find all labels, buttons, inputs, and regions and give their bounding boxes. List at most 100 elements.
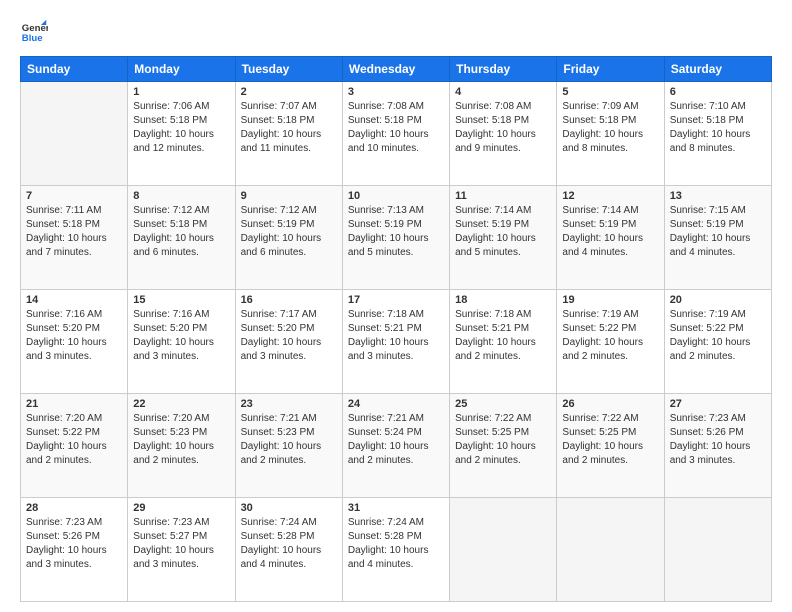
week-row-1: 1Sunrise: 7:06 AMSunset: 5:18 PMDaylight… xyxy=(21,82,772,186)
day-number: 13 xyxy=(670,190,766,202)
day-number: 28 xyxy=(26,502,122,514)
calendar-cell: 5Sunrise: 7:09 AMSunset: 5:18 PMDaylight… xyxy=(557,82,664,186)
week-row-4: 21 Sunrise: 7:20 AMSunset: 5:22 PMDayligh… xyxy=(21,394,772,498)
weekday-header-saturday: Saturday xyxy=(664,57,771,82)
day-number: 9 xyxy=(241,190,337,202)
day-info: Sunrise: 7:09 AMSunset: 5:18 PMDaylight:… xyxy=(562,100,658,156)
day-info: Sunrise: 7:20 AMSunset: 5:23 PMDaylight:… xyxy=(133,412,229,468)
day-info: Sunrise: 7:23 AMSunset: 5:27 PMDaylight:… xyxy=(133,516,229,572)
calendar-cell: 19 Sunrise: 7:19 AMSunset: 5:22 PMDayligh… xyxy=(557,290,664,394)
calendar-cell: 18 Sunrise: 7:18 AMSunset: 5:21 PMDayligh… xyxy=(450,290,557,394)
calendar-cell: 16 Sunrise: 7:17 AMSunset: 5:20 PMDayligh… xyxy=(235,290,342,394)
day-number: 18 xyxy=(455,294,551,306)
weekday-header-tuesday: Tuesday xyxy=(235,57,342,82)
day-info: Sunrise: 7:22 AMSunset: 5:25 PMDaylight:… xyxy=(562,412,658,468)
day-number: 24 xyxy=(348,398,444,410)
day-number: 25 xyxy=(455,398,551,410)
day-info: Sunrise: 7:18 AMSunset: 5:21 PMDaylight:… xyxy=(348,308,444,364)
calendar-cell: 9 Sunrise: 7:12 AMSunset: 5:19 PMDaylight… xyxy=(235,186,342,290)
day-info: Sunrise: 7:22 AMSunset: 5:25 PMDaylight:… xyxy=(455,412,551,468)
day-info: Sunrise: 7:18 AMSunset: 5:21 PMDaylight:… xyxy=(455,308,551,364)
calendar-cell: 15 Sunrise: 7:16 AMSunset: 5:20 PMDayligh… xyxy=(128,290,235,394)
day-info: Sunrise: 7:14 AMSunset: 5:19 PMDaylight:… xyxy=(455,204,551,260)
week-row-3: 14Sunrise: 7:16 AMSunset: 5:20 PMDayligh… xyxy=(21,290,772,394)
day-number: 19 xyxy=(562,294,658,306)
day-info: Sunrise: 7:14 AMSunset: 5:19 PMDaylight:… xyxy=(562,204,658,260)
day-info: Sunrise: 7:11 AMSunset: 5:18 PMDaylight:… xyxy=(26,204,122,260)
logo-icon: General Blue xyxy=(20,18,48,46)
calendar-table: SundayMondayTuesdayWednesdayThursdayFrid… xyxy=(20,56,772,602)
day-info: Sunrise: 7:20 AMSunset: 5:22 PMDaylight:… xyxy=(26,412,122,468)
calendar-cell: 27 Sunrise: 7:23 AMSunset: 5:26 PMDayligh… xyxy=(664,394,771,498)
day-number: 16 xyxy=(241,294,337,306)
calendar-cell: 24Sunrise: 7:21 AMSunset: 5:24 PMDayligh… xyxy=(342,394,449,498)
calendar-cell: 2Sunrise: 7:07 AMSunset: 5:18 PMDaylight… xyxy=(235,82,342,186)
day-number: 22 xyxy=(133,398,229,410)
day-number: 26 xyxy=(562,398,658,410)
day-info: Sunrise: 7:23 AMSunset: 5:26 PMDaylight:… xyxy=(670,412,766,468)
calendar-cell: 4 Sunrise: 7:08 AMSunset: 5:18 PMDaylight… xyxy=(450,82,557,186)
day-number: 1 xyxy=(133,86,229,98)
day-number: 27 xyxy=(670,398,766,410)
calendar-page: General Blue SundayMondayTuesdayWednesda… xyxy=(0,0,792,612)
logo: General Blue xyxy=(20,18,48,46)
weekday-header-row: SundayMondayTuesdayWednesdayThursdayFrid… xyxy=(21,57,772,82)
day-number: 30 xyxy=(241,502,337,514)
day-number: 20 xyxy=(670,294,766,306)
day-number: 7 xyxy=(26,190,122,202)
week-row-2: 7 Sunrise: 7:11 AMSunset: 5:18 PMDaylight… xyxy=(21,186,772,290)
day-number: 29 xyxy=(133,502,229,514)
header: General Blue xyxy=(20,18,772,46)
day-info: Sunrise: 7:24 AMSunset: 5:28 PMDaylight:… xyxy=(241,516,337,572)
weekday-header-friday: Friday xyxy=(557,57,664,82)
calendar-cell xyxy=(664,498,771,602)
day-number: 23 xyxy=(241,398,337,410)
calendar-cell xyxy=(450,498,557,602)
day-info: Sunrise: 7:23 AMSunset: 5:26 PMDaylight:… xyxy=(26,516,122,572)
calendar-cell: 8Sunrise: 7:12 AMSunset: 5:18 PMDaylight… xyxy=(128,186,235,290)
day-number: 10 xyxy=(348,190,444,202)
weekday-header-monday: Monday xyxy=(128,57,235,82)
calendar-cell: 22 Sunrise: 7:20 AMSunset: 5:23 PMDayligh… xyxy=(128,394,235,498)
day-number: 17 xyxy=(348,294,444,306)
weekday-header-wednesday: Wednesday xyxy=(342,57,449,82)
calendar-cell: 26 Sunrise: 7:22 AMSunset: 5:25 PMDayligh… xyxy=(557,394,664,498)
day-info: Sunrise: 7:19 AMSunset: 5:22 PMDaylight:… xyxy=(562,308,658,364)
day-info: Sunrise: 7:10 AMSunset: 5:18 PMDaylight:… xyxy=(670,100,766,156)
day-info: Sunrise: 7:21 AMSunset: 5:23 PMDaylight:… xyxy=(241,412,337,468)
calendar-cell xyxy=(21,82,128,186)
calendar-cell: 29 Sunrise: 7:23 AMSunset: 5:27 PMDayligh… xyxy=(128,498,235,602)
week-row-5: 28 Sunrise: 7:23 AMSunset: 5:26 PMDayligh… xyxy=(21,498,772,602)
day-info: Sunrise: 7:12 AMSunset: 5:19 PMDaylight:… xyxy=(241,204,337,260)
day-info: Sunrise: 7:17 AMSunset: 5:20 PMDaylight:… xyxy=(241,308,337,364)
calendar-cell: 20Sunrise: 7:19 AMSunset: 5:22 PMDayligh… xyxy=(664,290,771,394)
calendar-cell: 10 Sunrise: 7:13 AMSunset: 5:19 PMDayligh… xyxy=(342,186,449,290)
day-info: Sunrise: 7:13 AMSunset: 5:19 PMDaylight:… xyxy=(348,204,444,260)
day-info: Sunrise: 7:08 AMSunset: 5:18 PMDaylight:… xyxy=(455,100,551,156)
calendar-cell: 28 Sunrise: 7:23 AMSunset: 5:26 PMDayligh… xyxy=(21,498,128,602)
calendar-cell: 3 Sunrise: 7:08 AMSunset: 5:18 PMDaylight… xyxy=(342,82,449,186)
day-number: 4 xyxy=(455,86,551,98)
day-info: Sunrise: 7:16 AMSunset: 5:20 PMDaylight:… xyxy=(133,308,229,364)
day-number: 31 xyxy=(348,502,444,514)
day-info: Sunrise: 7:15 AMSunset: 5:19 PMDaylight:… xyxy=(670,204,766,260)
calendar-cell: 13 Sunrise: 7:15 AMSunset: 5:19 PMDayligh… xyxy=(664,186,771,290)
day-info: Sunrise: 7:07 AMSunset: 5:18 PMDaylight:… xyxy=(241,100,337,156)
calendar-cell: 14Sunrise: 7:16 AMSunset: 5:20 PMDayligh… xyxy=(21,290,128,394)
weekday-header-thursday: Thursday xyxy=(450,57,557,82)
day-number: 11 xyxy=(455,190,551,202)
day-number: 3 xyxy=(348,86,444,98)
calendar-cell: 25 Sunrise: 7:22 AMSunset: 5:25 PMDayligh… xyxy=(450,394,557,498)
svg-text:Blue: Blue xyxy=(22,33,43,44)
calendar-cell: 11 Sunrise: 7:14 AMSunset: 5:19 PMDayligh… xyxy=(450,186,557,290)
calendar-cell: 21 Sunrise: 7:20 AMSunset: 5:22 PMDayligh… xyxy=(21,394,128,498)
day-info: Sunrise: 7:24 AMSunset: 5:28 PMDaylight:… xyxy=(348,516,444,572)
calendar-cell: 31 Sunrise: 7:24 AMSunset: 5:28 PMDayligh… xyxy=(342,498,449,602)
day-info: Sunrise: 7:08 AMSunset: 5:18 PMDaylight:… xyxy=(348,100,444,156)
calendar-cell: 23 Sunrise: 7:21 AMSunset: 5:23 PMDayligh… xyxy=(235,394,342,498)
day-number: 21 xyxy=(26,398,122,410)
calendar-cell: 1Sunrise: 7:06 AMSunset: 5:18 PMDaylight… xyxy=(128,82,235,186)
day-number: 15 xyxy=(133,294,229,306)
calendar-cell: 17 Sunrise: 7:18 AMSunset: 5:21 PMDayligh… xyxy=(342,290,449,394)
calendar-cell: 6Sunrise: 7:10 AMSunset: 5:18 PMDaylight… xyxy=(664,82,771,186)
